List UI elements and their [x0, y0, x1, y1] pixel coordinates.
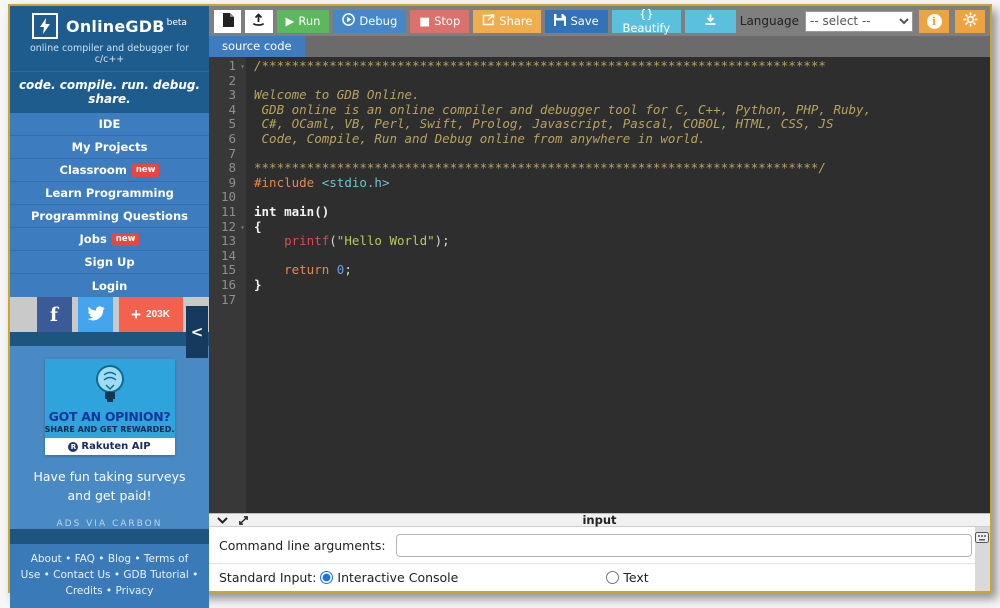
app-title: OnlineGDB [66, 17, 165, 36]
footer-link[interactable]: Credits [66, 585, 103, 597]
ad-banner[interactable]: GOT AN OPINION? SHARE AND GET REWARDED. … [45, 359, 175, 455]
input-panel-header: input [209, 514, 990, 527]
footer-link[interactable]: GDB Tutorial [123, 569, 188, 581]
share-count: 203K [146, 309, 170, 320]
share-icon [482, 14, 495, 29]
radio-text[interactable]: Text [606, 570, 648, 585]
command-line-args-input[interactable] [396, 534, 972, 557]
save-icon [554, 14, 566, 29]
ad-subhead: SHARE AND GET REWARDED. [45, 425, 175, 434]
gear-icon [963, 12, 978, 30]
upload-icon [252, 13, 265, 29]
toolbar: ▶ Run Debug ■ Stop Share Save {} Beautif… [209, 6, 990, 36]
input-panel-body: Command line arguments: Standard Input: … [209, 527, 990, 591]
code-lines[interactable]: /***************************************… [246, 57, 990, 513]
sidebar-item-jobs[interactable]: Jobsnew [10, 228, 209, 251]
beautify-button[interactable]: {} Beautify [612, 10, 681, 33]
ad-section: GOT AN OPINION? SHARE AND GET REWARDED. … [10, 332, 209, 529]
sidebar-menu: IDE My Projects Classroomnew Learn Progr… [10, 113, 209, 297]
new-badge: new [112, 233, 140, 246]
input-panel-title: input [209, 513, 990, 527]
ad-brand: R Rakuten AIP [45, 438, 175, 455]
play-icon: ▶ [286, 14, 295, 28]
sidebar: OnlineGDBbeta online compiler and debugg… [10, 6, 209, 591]
beta-label: beta [167, 18, 187, 28]
language-label: Language [740, 14, 799, 28]
stop-button[interactable]: ■ Stop [410, 10, 469, 33]
sidebar-item-classroom[interactable]: Classroomnew [10, 159, 209, 182]
twitter-icon [86, 305, 105, 324]
info-button[interactable]: i [919, 10, 949, 33]
plus-icon: + [131, 306, 141, 323]
tagline: code. compile. run. debug. share. [10, 71, 209, 113]
facebook-icon: f [50, 304, 58, 326]
sidebar-item-ide[interactable]: IDE [10, 113, 209, 136]
settings-button[interactable] [955, 10, 985, 33]
command-line-args-label: Command line arguments: [219, 538, 386, 553]
ad-caption[interactable]: Have fun taking surveys and get paid! [33, 468, 185, 506]
app-subtitle: online compiler and debugger for c/c++ [18, 43, 201, 65]
sidebar-item-my-projects[interactable]: My Projects [10, 136, 209, 159]
footer-link[interactable]: About [31, 553, 62, 565]
tab-source-code[interactable]: source code [209, 36, 305, 57]
gutter: 1▾23456789101112▾1314151617 [209, 57, 246, 513]
addthis-share-button[interactable]: + 203K [119, 297, 183, 332]
sidebar-item-learn-programming[interactable]: Learn Programming [10, 182, 209, 205]
social-bar: f + 203K [10, 297, 209, 332]
stop-icon: ■ [419, 14, 430, 28]
facebook-button[interactable]: f [37, 297, 72, 332]
tab-bar: source code [209, 36, 990, 57]
twitter-button[interactable] [78, 297, 113, 332]
ad-headline: GOT AN OPINION? [45, 409, 175, 424]
footer-links: About • FAQ • Blog • Terms of Use • Cont… [10, 544, 209, 608]
interactive-console-radio[interactable] [320, 571, 333, 584]
sidebar-item-programming-questions[interactable]: Programming Questions [10, 205, 209, 228]
new-file-icon [222, 13, 234, 30]
expand-panel-icon[interactable] [238, 515, 249, 526]
new-file-button[interactable] [214, 10, 241, 33]
bolt-icon [32, 13, 58, 39]
upload-button[interactable] [245, 10, 272, 33]
sidebar-item-sign-up[interactable]: Sign Up [10, 251, 209, 274]
keyboard-icon[interactable] [975, 528, 989, 547]
divider-band [10, 529, 209, 544]
main-area: ▶ Run Debug ■ Stop Share Save {} Beautif… [209, 6, 990, 591]
download-button[interactable] [685, 10, 736, 33]
footer-link[interactable]: FAQ [75, 553, 95, 565]
debug-button[interactable]: Debug [333, 10, 406, 33]
save-button[interactable]: Save [545, 10, 607, 33]
text-radio[interactable] [606, 571, 619, 584]
chevron-left-icon: < [191, 323, 204, 341]
download-icon [704, 13, 717, 29]
ads-via-carbon[interactable]: ADS VIA CARBON [56, 519, 162, 529]
code-editor[interactable]: 1▾23456789101112▾1314151617 /***********… [209, 57, 990, 513]
sidebar-footer: About • FAQ • Blog • Terms of Use • Cont… [10, 529, 209, 608]
language-select[interactable]: -- select -- [805, 11, 913, 32]
info-icon: i [927, 14, 942, 29]
rakuten-icon: R [68, 442, 78, 452]
collapse-panel-icon[interactable] [217, 517, 228, 524]
standard-input-label: Standard Input: [219, 570, 316, 585]
radio-interactive-console[interactable]: Interactive Console [320, 570, 458, 585]
logo-block[interactable]: OnlineGDBbeta online compiler and debugg… [10, 6, 209, 71]
debug-icon [342, 13, 355, 29]
footer-link[interactable]: Blog [108, 553, 131, 565]
lightbulb-icon [45, 359, 175, 409]
app-window: OnlineGDBbeta online compiler and debugg… [8, 4, 992, 593]
share-button[interactable]: Share [473, 10, 541, 33]
sidebar-item-login[interactable]: Login [10, 274, 209, 297]
footer-link[interactable]: Contact Us [53, 569, 110, 581]
input-panel: input Command line arguments: Standard I… [209, 513, 990, 591]
divider-band [10, 332, 209, 346]
sidebar-collapse-button[interactable]: < [186, 306, 208, 358]
run-button[interactable]: ▶ Run [277, 10, 330, 33]
new-badge: new [132, 164, 160, 177]
footer-link[interactable]: Privacy [115, 585, 153, 597]
